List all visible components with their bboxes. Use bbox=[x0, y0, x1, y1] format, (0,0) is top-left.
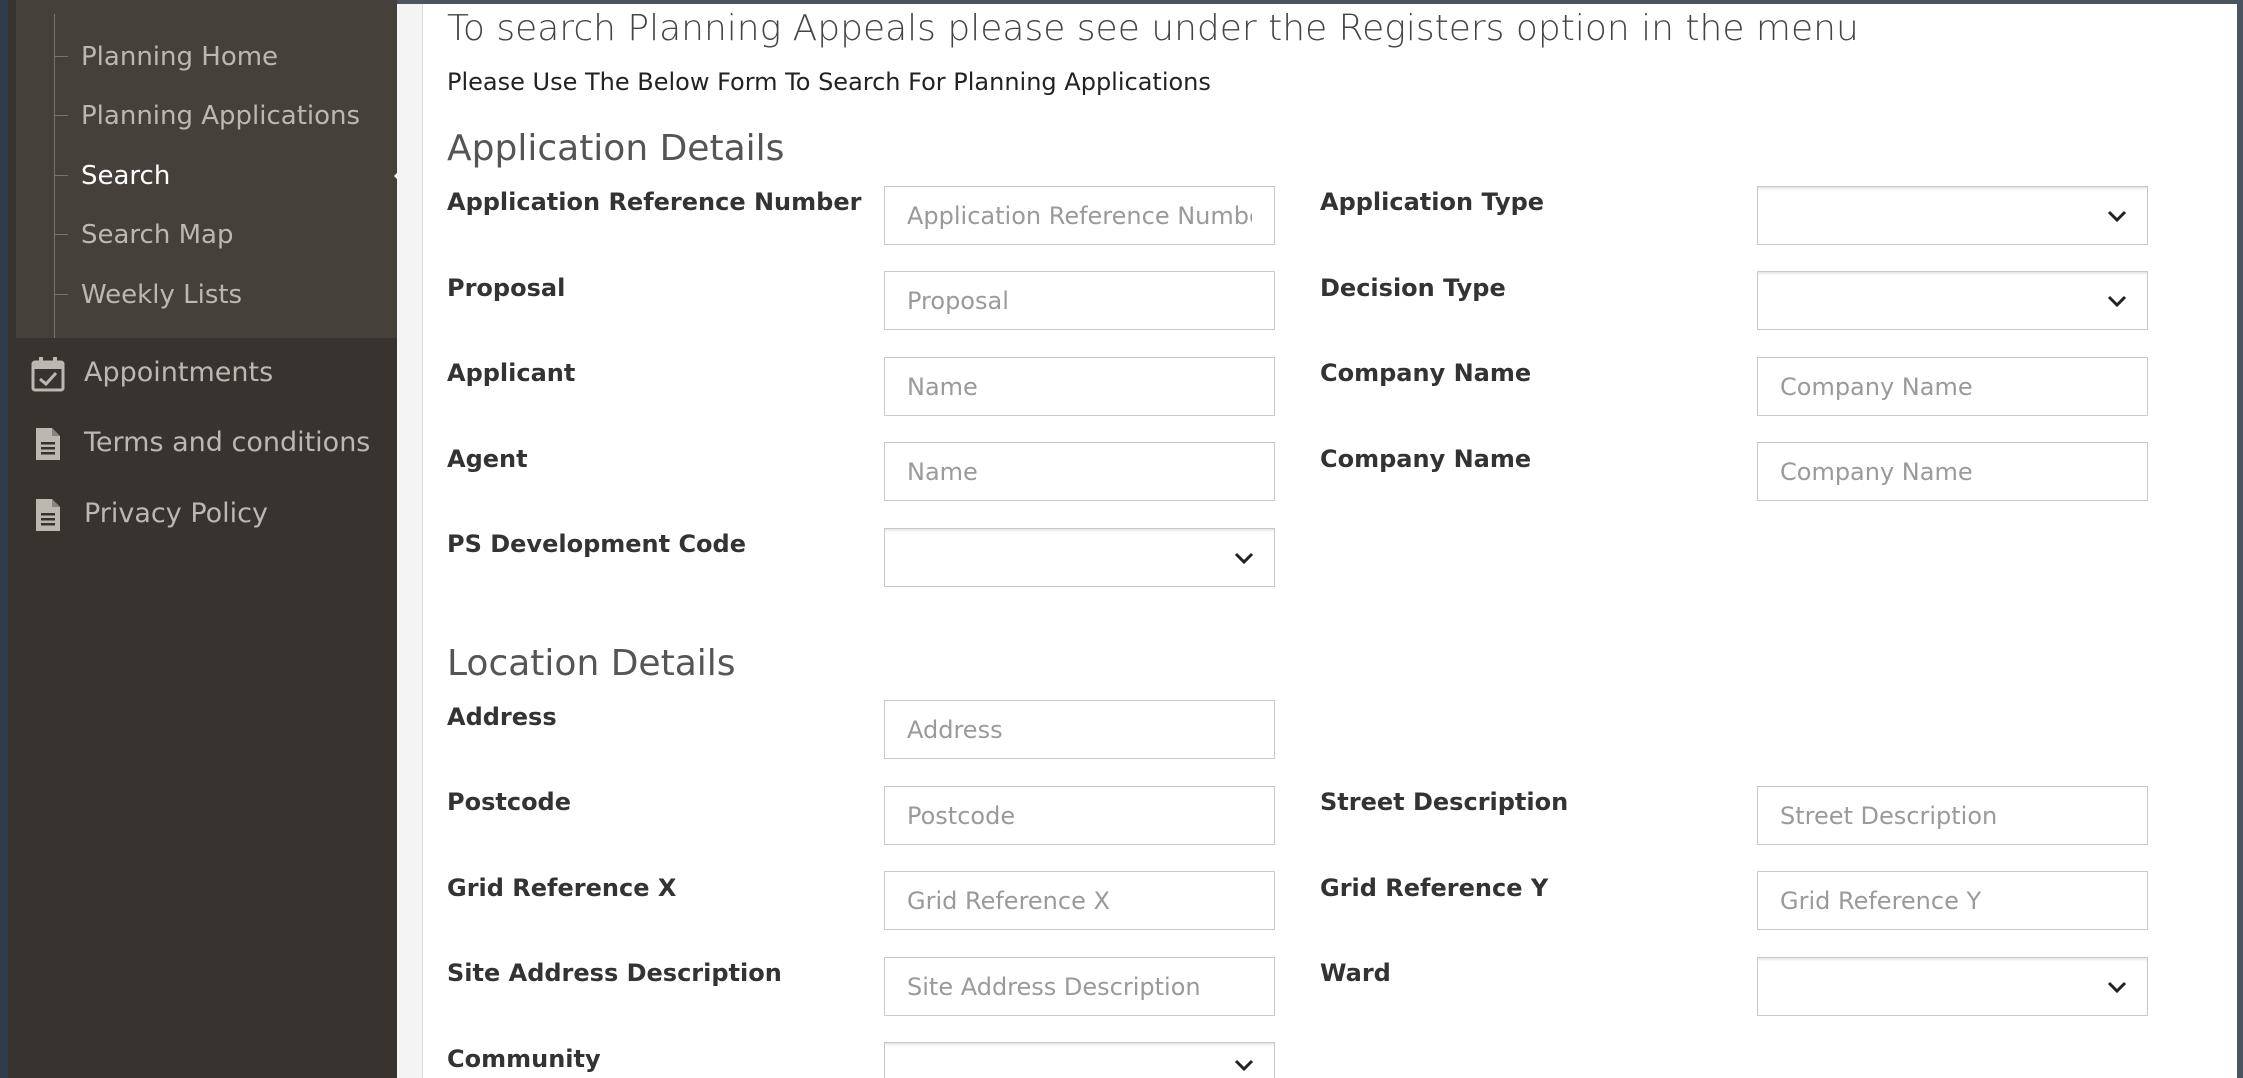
appeals-notice: To search Planning Appeals please see un… bbox=[447, 8, 1859, 49]
planning-submenu: Planning Home Planning Applications Sear… bbox=[16, 0, 406, 338]
grid-reference-x-input[interactable] bbox=[884, 871, 1275, 930]
agent-name-input[interactable] bbox=[884, 442, 1275, 501]
ward-label: Ward bbox=[1320, 959, 1391, 987]
chevron-down-icon bbox=[2107, 295, 2127, 308]
submenu-item-weekly-lists[interactable]: Weekly Lists bbox=[16, 265, 405, 325]
submenu-item-label: Planning Applications bbox=[81, 101, 361, 131]
sidebar: Planning Home Planning Applications Sear… bbox=[0, 0, 406, 1078]
form-instruction: Please Use The Below Form To Search For … bbox=[447, 68, 1211, 96]
agent-company-label: Company Name bbox=[1320, 445, 1532, 473]
site-address-description-input[interactable] bbox=[884, 957, 1275, 1016]
chevron-down-icon bbox=[2107, 210, 2127, 223]
decision-type-label: Decision Type bbox=[1320, 274, 1506, 302]
ps-development-code-label: PS Development Code bbox=[447, 530, 747, 558]
site-address-description-label: Site Address Description bbox=[447, 959, 782, 987]
menu-item-label: Appointments bbox=[84, 357, 274, 388]
submenu-item-planning-applications[interactable]: Planning Applications bbox=[16, 86, 405, 146]
address-input[interactable] bbox=[884, 700, 1275, 759]
submenu-item-planning-home[interactable]: Planning Home bbox=[16, 27, 405, 87]
submenu-item-label: Weekly Lists bbox=[81, 280, 243, 310]
tree-tick bbox=[54, 56, 68, 57]
ward-select[interactable] bbox=[1757, 957, 2148, 1016]
postcode-label: Postcode bbox=[447, 788, 572, 816]
submenu-item-label: Planning Home bbox=[81, 42, 279, 72]
applicant-company-input[interactable] bbox=[1757, 357, 2148, 416]
tree-tick bbox=[54, 175, 68, 176]
content-gutter bbox=[397, 0, 423, 1078]
address-label: Address bbox=[447, 703, 557, 731]
application-type-label: Application Type bbox=[1320, 188, 1545, 216]
calendar-check-icon bbox=[31, 357, 65, 392]
grid-reference-y-label: Grid Reference Y bbox=[1320, 874, 1549, 902]
menu-item-privacy[interactable]: Privacy Policy bbox=[16, 483, 405, 545]
proposal-input[interactable] bbox=[884, 271, 1275, 330]
tree-tick bbox=[54, 234, 68, 235]
applicant-company-label: Company Name bbox=[1320, 359, 1532, 387]
decision-type-select[interactable] bbox=[1757, 271, 2148, 330]
application-ref-label: Application Reference Number bbox=[447, 188, 862, 216]
street-description-label: Street Description bbox=[1320, 788, 1569, 816]
chevron-down-icon bbox=[1234, 552, 1254, 565]
app-window: Planning Home Planning Applications Sear… bbox=[0, 0, 2243, 1078]
application-type-select[interactable] bbox=[1757, 186, 2148, 245]
grid-reference-y-input[interactable] bbox=[1757, 871, 2148, 930]
tree-tick bbox=[54, 115, 68, 116]
tree-tick bbox=[54, 294, 68, 295]
submenu-item-search[interactable]: Search bbox=[16, 146, 406, 206]
submenu-item-label: Search bbox=[81, 161, 171, 191]
document-icon bbox=[36, 428, 60, 460]
menu-item-terms[interactable]: Terms and conditions bbox=[16, 412, 405, 474]
community-select[interactable] bbox=[884, 1042, 1275, 1078]
agent-company-input[interactable] bbox=[1757, 442, 2148, 501]
section-title-application-details: Application Details bbox=[447, 128, 785, 169]
applicant-name-input[interactable] bbox=[884, 357, 1275, 416]
application-ref-input[interactable] bbox=[884, 186, 1275, 245]
menu-item-label: Terms and conditions bbox=[84, 427, 371, 458]
window-top-border bbox=[397, 0, 2243, 4]
agent-label: Agent bbox=[447, 445, 528, 473]
window-right-border bbox=[2237, 0, 2243, 1078]
applicant-label: Applicant bbox=[447, 359, 576, 387]
grid-reference-x-label: Grid Reference X bbox=[447, 874, 677, 902]
section-title-location-details: Location Details bbox=[447, 643, 736, 684]
document-icon bbox=[36, 499, 60, 531]
proposal-label: Proposal bbox=[447, 274, 566, 302]
postcode-input[interactable] bbox=[884, 786, 1275, 845]
menu-item-appointments[interactable]: Appointments bbox=[16, 342, 405, 404]
submenu-item-label: Search Map bbox=[81, 220, 234, 250]
menu-item-label: Privacy Policy bbox=[84, 498, 269, 529]
submenu-item-search-map[interactable]: Search Map bbox=[16, 205, 405, 265]
street-description-input[interactable] bbox=[1757, 786, 2148, 845]
ps-development-code-select[interactable] bbox=[884, 528, 1275, 587]
chevron-down-icon bbox=[1234, 1059, 1254, 1072]
chevron-down-icon bbox=[2107, 981, 2127, 994]
community-label: Community bbox=[447, 1045, 601, 1073]
